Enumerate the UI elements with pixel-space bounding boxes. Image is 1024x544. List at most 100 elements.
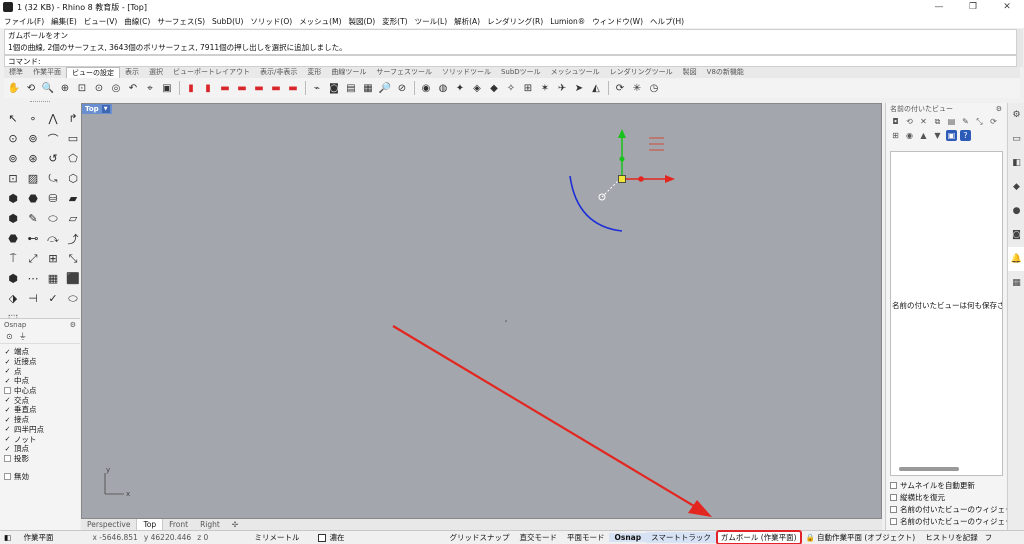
- osnap-checkbox[interactable]: ✓: [4, 396, 11, 404]
- shaded-car-icon[interactable]: ▮: [183, 80, 199, 96]
- layer-selector[interactable]: 濃在: [304, 532, 349, 543]
- ortho-toggle[interactable]: 直交モード: [514, 532, 562, 543]
- boat-icon[interactable]: ◭: [588, 80, 604, 96]
- tool-button[interactable]: ⬢: [4, 270, 22, 287]
- properties-icon[interactable]: ⚙: [1008, 103, 1024, 127]
- clock-icon[interactable]: ◷: [646, 80, 662, 96]
- named-view-icon[interactable]: ▣: [159, 80, 175, 96]
- copy-view-icon[interactable]: ⧉: [932, 116, 943, 127]
- osnap-disable[interactable]: 無効: [4, 471, 29, 482]
- tool-button[interactable]: ⬗: [4, 290, 22, 307]
- delete-view-icon[interactable]: ✕: [918, 116, 929, 127]
- menu-item[interactable]: SubD(U): [212, 17, 243, 26]
- restore-view-icon[interactable]: ⟲: [904, 116, 915, 127]
- thumbnail-icon[interactable]: ▣: [946, 130, 957, 141]
- osnap-checkbox[interactable]: ✓: [4, 425, 11, 433]
- top-viewport[interactable]: y x Top ▼: [81, 103, 882, 519]
- tool-button[interactable]: ⊡: [4, 170, 22, 187]
- menu-item[interactable]: ウィンドウ(W): [592, 16, 643, 27]
- menu-item[interactable]: 製図(D): [349, 16, 376, 27]
- toolbar-tab[interactable]: サーフェスツール: [371, 67, 437, 78]
- rotate-view-icon[interactable]: ⟲: [23, 80, 39, 96]
- toolbar-tab[interactable]: V8の新機能: [702, 67, 749, 78]
- option-checkbox[interactable]: [890, 493, 897, 501]
- orbit-icon[interactable]: ◍: [435, 80, 451, 96]
- gumball-toggle[interactable]: ガムボール (作業平面): [715, 530, 802, 544]
- tool-button[interactable]: ↖: [4, 110, 22, 127]
- edit-view-icon[interactable]: ✎: [960, 116, 971, 127]
- tool-button[interactable]: ✓: [44, 290, 62, 307]
- car-view-icon[interactable]: ▮: [200, 80, 216, 96]
- toolbar-tab[interactable]: 作業平面: [28, 67, 66, 78]
- perspective-icon[interactable]: ◆: [486, 80, 502, 96]
- toolbar-tab[interactable]: 表示/非表示: [255, 67, 302, 78]
- tool-button[interactable]: ⬡: [64, 170, 82, 187]
- planar-toggle[interactable]: 平面モード: [562, 532, 610, 543]
- tool-button[interactable]: ▱: [64, 210, 82, 227]
- tool-button[interactable]: ▭: [64, 130, 82, 147]
- gumball-center[interactable]: [618, 175, 626, 183]
- command-scrollbar[interactable]: [1017, 29, 1023, 67]
- osnap-checkbox[interactable]: ✓: [4, 435, 11, 443]
- smarttrack-toggle[interactable]: スマートトラック: [646, 532, 716, 543]
- fly-icon[interactable]: ◈: [469, 80, 485, 96]
- materials-icon[interactable]: ◆: [1008, 175, 1024, 199]
- option-checkbox[interactable]: [890, 481, 897, 489]
- gumball-y-rotate-handle[interactable]: [619, 156, 625, 162]
- menu-item[interactable]: 解析(A): [454, 16, 480, 27]
- gumball-x-rotate-handle[interactable]: [638, 176, 644, 182]
- analyze-icon[interactable]: ⊘: [394, 80, 410, 96]
- tool-button[interactable]: ⤴: [64, 230, 82, 247]
- viewport-tab[interactable]: Right: [194, 519, 226, 530]
- record-history-toggle[interactable]: ヒストリを記録: [920, 532, 983, 543]
- gumball-y-arrow[interactable]: [618, 129, 626, 138]
- viewport-menu-icon[interactable]: ▼: [101, 105, 110, 113]
- viewport-tab[interactable]: Top: [136, 518, 164, 531]
- tool-button[interactable]: ⊚: [24, 130, 42, 147]
- named-views-list[interactable]: 名前の付いたビューは何も保存されていません: [890, 151, 1003, 476]
- osnap-checkbox[interactable]: ✓: [4, 358, 11, 366]
- grid-snap-toggle[interactable]: グリッドスナップ: [349, 532, 514, 543]
- render-icon[interactable]: ●: [1008, 199, 1024, 223]
- tool-button[interactable]: ▦: [44, 270, 62, 287]
- disable-checkbox[interactable]: [4, 473, 11, 480]
- tool-button[interactable]: ⬛: [64, 270, 82, 287]
- zoom-icon[interactable]: 🔍: [40, 80, 56, 96]
- osnap-checkbox[interactable]: ✓: [4, 445, 11, 453]
- save-view-icon[interactable]: ◘: [890, 116, 901, 127]
- import-view-icon[interactable]: ⊞: [890, 130, 901, 141]
- print-icon[interactable]: ▦: [360, 80, 376, 96]
- car-view-icon[interactable]: ▬: [251, 80, 267, 96]
- tool-button[interactable]: ↱: [64, 110, 82, 127]
- car-view-icon[interactable]: ▬: [217, 80, 233, 96]
- tool-button[interactable]: ⬭: [44, 210, 62, 227]
- tool-button[interactable]: ⊞: [44, 250, 62, 267]
- gumball-x-arrow[interactable]: [665, 175, 675, 183]
- libraries-icon[interactable]: ▦: [1008, 271, 1024, 295]
- units-label[interactable]: ミリメートル: [208, 532, 304, 543]
- plane-icon[interactable]: ✈: [554, 80, 570, 96]
- zoom-lens-icon[interactable]: 🔎: [377, 80, 393, 96]
- panel-settings-icon[interactable]: ⚙: [70, 321, 76, 329]
- tool-button[interactable]: ▨: [24, 170, 42, 187]
- tool-button[interactable]: ⊣: [24, 290, 42, 307]
- named-views-option[interactable]: サムネイルを自動更新: [890, 479, 1007, 491]
- tool-button[interactable]: ⊛: [24, 150, 42, 167]
- two-point-icon[interactable]: ✧: [503, 80, 519, 96]
- undo-view-icon[interactable]: ↶: [125, 80, 141, 96]
- menu-item[interactable]: メッシュ(M): [299, 16, 341, 27]
- osnap-item[interactable]: 投影: [4, 454, 80, 464]
- refresh-view-icon[interactable]: ⟳: [988, 116, 999, 127]
- tool-button[interactable]: ↺: [44, 150, 62, 167]
- toolbar-tab[interactable]: レンダリングツール: [605, 67, 678, 78]
- tool-button[interactable]: ⌒: [44, 130, 62, 147]
- osnap-checkbox[interactable]: ✓: [4, 377, 11, 385]
- tool-button[interactable]: ⤿: [44, 170, 62, 187]
- option-checkbox[interactable]: [890, 505, 897, 513]
- named-views-hscroll[interactable]: [899, 467, 959, 471]
- panel-settings-icon[interactable]: ⚙: [996, 105, 1002, 113]
- notifications-icon[interactable]: 🔔: [1008, 247, 1024, 271]
- osnap-checkbox[interactable]: ✓: [4, 348, 11, 356]
- car-view-icon[interactable]: ▬: [234, 80, 250, 96]
- menu-item[interactable]: ツール(L): [415, 16, 448, 27]
